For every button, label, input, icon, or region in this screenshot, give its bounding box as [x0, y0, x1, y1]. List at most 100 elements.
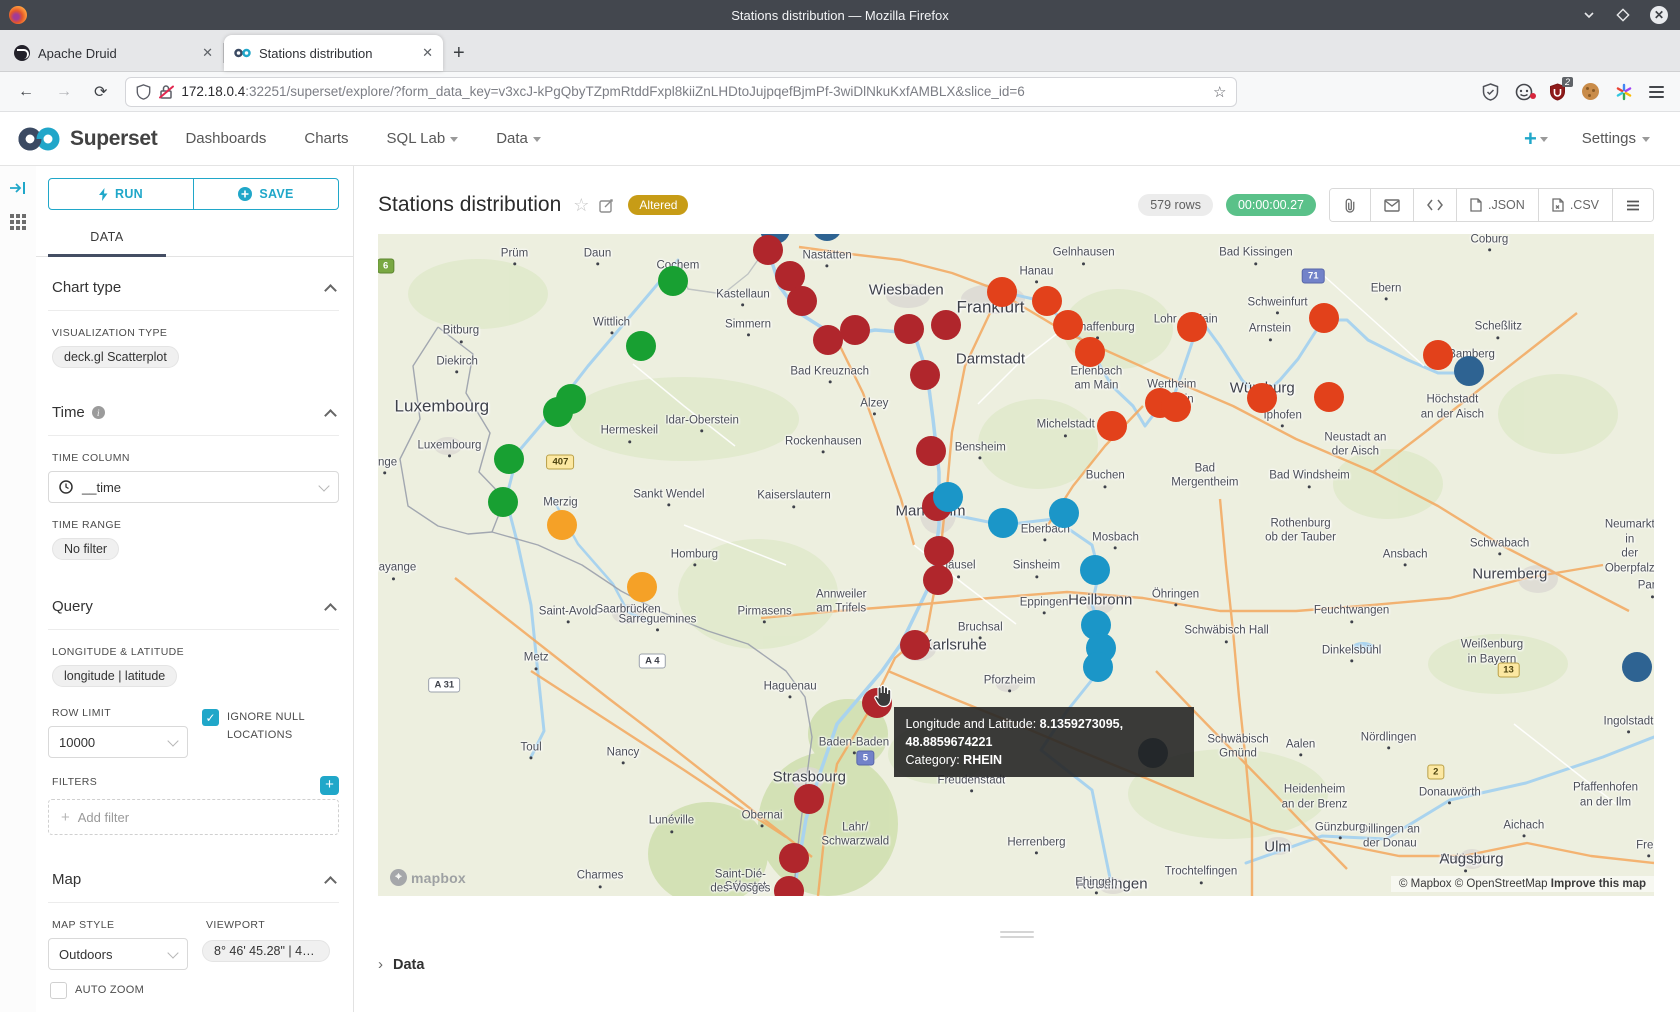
map-data-point[interactable]: [1083, 652, 1113, 682]
favorite-star-icon[interactable]: ☆: [573, 195, 589, 216]
more-options-button[interactable]: [1613, 189, 1653, 221]
add-filter-box[interactable]: +Add filter: [48, 799, 339, 835]
close-icon[interactable]: ✕: [1650, 6, 1668, 24]
data-panel-toggle[interactable]: › Data: [378, 956, 424, 973]
map-data-point[interactable]: [626, 331, 656, 361]
email-button[interactable]: [1371, 189, 1414, 221]
map-data-point[interactable]: [916, 436, 946, 466]
run-button[interactable]: RUN: [49, 179, 194, 209]
map-data-point[interactable]: [627, 572, 657, 602]
cookie-extension-icon[interactable]: [1582, 83, 1599, 100]
save-button[interactable]: SAVE: [194, 179, 338, 209]
add-filter-plus-button[interactable]: +: [320, 776, 339, 795]
export-json-button[interactable]: .JSON: [1457, 189, 1539, 221]
bookmark-star-icon[interactable]: ☆: [1213, 83, 1226, 101]
map-data-point[interactable]: [923, 565, 953, 595]
map-data-point[interactable]: [1080, 555, 1110, 585]
map-data-point[interactable]: [753, 235, 783, 265]
map-city-label: Dillingen an der Donau: [1360, 823, 1420, 852]
mapbox-logo[interactable]: ⌖mapbox: [390, 869, 466, 886]
reload-button[interactable]: ⟳: [94, 82, 107, 102]
navbar-item-sql-lab[interactable]: SQL Lab: [387, 112, 459, 165]
map-data-point[interactable]: [910, 360, 940, 390]
map-data-point[interactable]: [1177, 312, 1207, 342]
improve-map-link[interactable]: Improve this map: [1551, 878, 1646, 890]
lonlat-value[interactable]: longitude | latitude: [52, 665, 177, 687]
tab-apache-druid[interactable]: Apache Druid ✕: [4, 35, 223, 71]
ignore-null-checkbox[interactable]: ✓: [202, 709, 219, 726]
insecure-lock-icon[interactable]: [159, 84, 173, 100]
tab-data[interactable]: DATA: [48, 220, 166, 256]
navbar-item-data[interactable]: Data: [496, 112, 541, 165]
map-data-point[interactable]: [1097, 411, 1127, 441]
time-column-select[interactable]: __time: [48, 471, 339, 503]
navbar-item-charts[interactable]: Charts: [304, 112, 348, 165]
map-data-point[interactable]: [1314, 382, 1344, 412]
tracking-protection-icon[interactable]: [1482, 83, 1499, 101]
map-data-point[interactable]: [931, 310, 961, 340]
viewport-value[interactable]: 8° 46' 45.28" | 49…: [202, 940, 330, 962]
map-data-point[interactable]: [924, 536, 954, 566]
edit-icon[interactable]: [599, 198, 614, 213]
map-data-point[interactable]: [787, 286, 817, 316]
map-data-point[interactable]: [900, 630, 930, 660]
map-data-point[interactable]: [1161, 392, 1191, 422]
row-limit-select[interactable]: 10000: [48, 726, 188, 758]
panel-drag-handle[interactable]: [1000, 928, 1034, 941]
expand-panel-icon[interactable]: [9, 180, 27, 196]
settings-menu[interactable]: Settings: [1582, 130, 1650, 147]
map-data-point[interactable]: [894, 314, 924, 344]
tab-close-icon[interactable]: ✕: [202, 45, 213, 61]
map-data-point[interactable]: [933, 482, 963, 512]
map-style-select[interactable]: Outdoors: [48, 938, 188, 970]
map-data-point[interactable]: [987, 277, 1017, 307]
map-data-point[interactable]: [1622, 652, 1652, 682]
section-time[interactable]: Time i: [48, 382, 339, 436]
minimize-icon[interactable]: [1582, 8, 1596, 22]
tab-stations-distribution[interactable]: Stations distribution ✕: [224, 35, 443, 71]
map-data-point[interactable]: [988, 508, 1018, 538]
navbar-item-dashboards[interactable]: Dashboards: [185, 112, 266, 165]
map-data-point[interactable]: [779, 843, 809, 873]
map-data-point[interactable]: [1309, 303, 1339, 333]
section-query[interactable]: Query: [48, 576, 339, 630]
map-data-point[interactable]: [488, 487, 518, 517]
map-data-point[interactable]: [1049, 498, 1079, 528]
map-data-point[interactable]: [1032, 286, 1062, 316]
menu-icon[interactable]: [1649, 83, 1664, 101]
forward-button[interactable]: →: [56, 83, 72, 101]
map-data-point[interactable]: [543, 397, 573, 427]
section-map[interactable]: Map: [48, 849, 339, 903]
section-chart-type[interactable]: Chart type: [48, 257, 339, 311]
map-data-point[interactable]: [1423, 340, 1453, 370]
containers-extension-icon[interactable]: [1515, 83, 1533, 101]
ublock-extension-icon[interactable]: 2: [1549, 83, 1566, 101]
map-data-point[interactable]: [547, 510, 577, 540]
map-data-point[interactable]: [840, 315, 870, 345]
map-data-point[interactable]: [794, 784, 824, 814]
viz-type-value[interactable]: deck.gl Scatterplot: [52, 346, 179, 368]
map-data-point[interactable]: [1053, 310, 1083, 340]
shield-icon[interactable]: [136, 84, 151, 100]
maximize-icon[interactable]: [1616, 8, 1630, 22]
url-bar[interactable]: 172.18.0.4 :32251/superset/explore/?form…: [125, 77, 1237, 107]
deckgl-map[interactable]: PrümDaunCochemKastellaunSimmernNastätten…: [378, 234, 1654, 896]
map-data-point[interactable]: [494, 444, 524, 474]
map-data-point[interactable]: [813, 325, 843, 355]
share-link-button[interactable]: [1330, 189, 1371, 221]
export-csv-button[interactable]: .CSV: [1539, 189, 1613, 221]
superset-brand[interactable]: Superset: [16, 126, 157, 152]
pinwheel-extension-icon[interactable]: [1615, 83, 1633, 101]
map-data-point[interactable]: [1075, 337, 1105, 367]
new-tab-button[interactable]: +: [453, 42, 465, 65]
embed-code-button[interactable]: [1414, 189, 1457, 221]
time-range-value[interactable]: No filter: [52, 538, 119, 560]
map-data-point[interactable]: [1247, 383, 1277, 413]
map-data-point[interactable]: [1454, 356, 1484, 386]
tab-close-icon[interactable]: ✕: [422, 45, 433, 61]
add-new-button[interactable]: +: [1524, 126, 1548, 152]
dataset-grid-icon[interactable]: [10, 214, 27, 231]
auto-zoom-checkbox[interactable]: [50, 982, 67, 999]
back-button[interactable]: ←: [18, 83, 34, 101]
map-data-point[interactable]: [658, 266, 688, 296]
